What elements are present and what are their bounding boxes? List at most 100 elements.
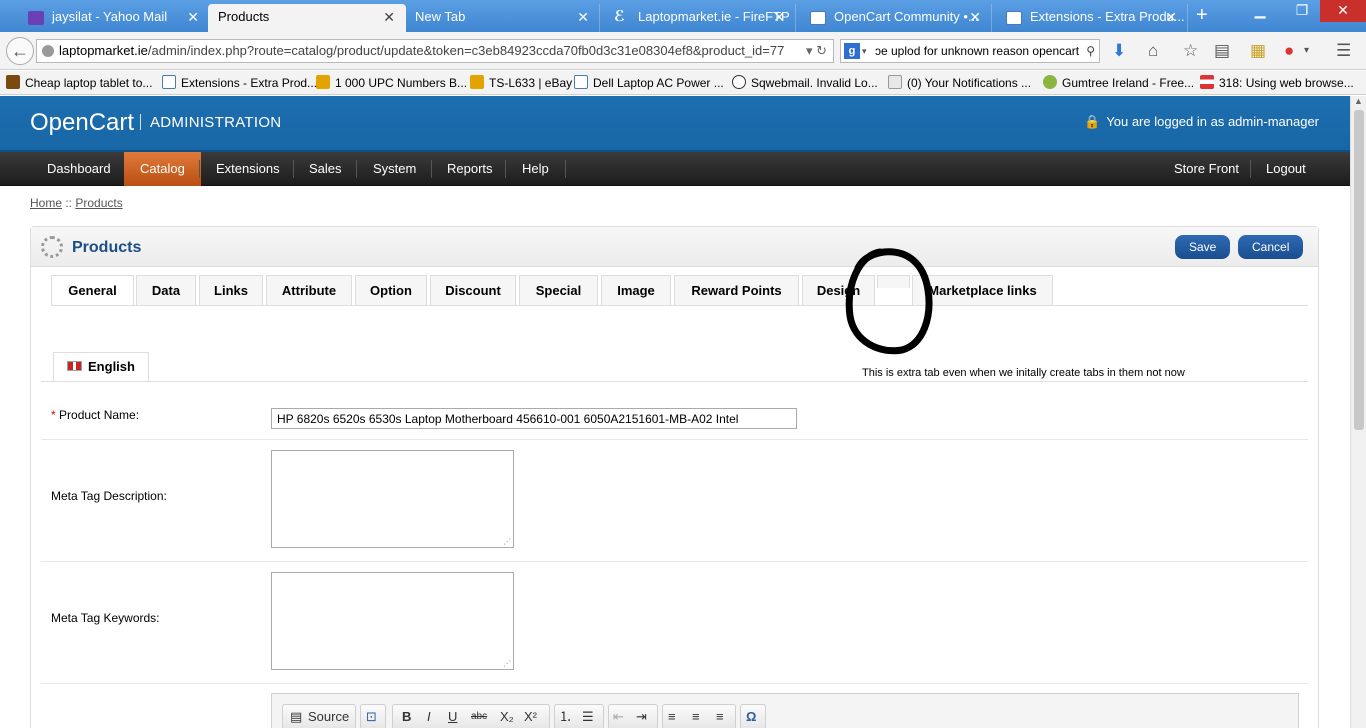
browser-tab-yahoo[interactable]: jaysilat - Yahoo Mail ✕ xyxy=(14,4,210,32)
outdent-icon[interactable]: ⇤ xyxy=(613,706,624,728)
adblock-icon[interactable]: ● xyxy=(1284,41,1294,61)
menu-store-front[interactable]: Store Front xyxy=(1158,152,1255,186)
tab-attribute[interactable]: Attribute xyxy=(266,275,352,305)
tab-option[interactable]: Option xyxy=(355,275,427,305)
reading-list-icon[interactable]: ▤ xyxy=(1214,41,1230,61)
superscript-icon[interactable]: X² xyxy=(524,706,537,728)
bookmark-item[interactable]: Extensions - Extra Prod... xyxy=(162,75,317,90)
bookmark-label: 318: Using web browse... xyxy=(1219,76,1354,90)
close-icon[interactable]: ✕ xyxy=(1165,9,1177,26)
menu-dashboard[interactable]: Dashboard xyxy=(31,152,127,186)
browser-tab-products[interactable]: Products ✕ xyxy=(208,4,406,32)
menu-system[interactable]: System xyxy=(357,152,432,186)
header-divider xyxy=(140,114,141,130)
resize-grip-icon[interactable]: ⋰ xyxy=(503,659,511,668)
bookmark-star-icon[interactable]: ☆ xyxy=(1183,41,1198,61)
vertical-scrollbar[interactable]: ▲ xyxy=(1350,96,1366,728)
language-tab-english[interactable]: English xyxy=(53,352,149,382)
bullet-list-icon[interactable]: ☰ xyxy=(582,706,594,728)
browser-tab-opencart-community[interactable]: OpenCart Community •... ✕ xyxy=(796,4,992,32)
back-arrow-icon[interactable]: ← xyxy=(6,37,34,65)
bookmark-item[interactable]: (0) Your Notifications ... xyxy=(888,75,1031,90)
new-tab-button[interactable]: + xyxy=(1196,4,1208,26)
addon-icon[interactable]: ▦ xyxy=(1250,41,1266,61)
product-name-input[interactable] xyxy=(271,408,797,429)
home-icon[interactable]: ⌂ xyxy=(1148,41,1158,61)
menu-logout[interactable]: Logout xyxy=(1250,152,1322,186)
bookmark-item[interactable]: 318: Using web browse... xyxy=(1200,75,1354,90)
bookmark-label: 1 000 UPC Numbers B... xyxy=(335,76,468,90)
subscript-icon[interactable]: X₂ xyxy=(500,706,514,728)
cancel-button[interactable]: Cancel xyxy=(1238,235,1304,259)
close-icon[interactable]: ✕ xyxy=(383,9,395,26)
window-close-icon[interactable]: ✕ xyxy=(1320,0,1366,22)
tab-divider xyxy=(51,305,1308,306)
menu-sales[interactable]: Sales xyxy=(293,152,358,186)
strikethrough-icon[interactable]: abc xyxy=(471,706,487,728)
browser-tab-new-tab[interactable]: New Tab ✕ xyxy=(404,4,600,32)
resize-grip-icon[interactable]: ⋰ xyxy=(503,537,511,546)
indent-icon[interactable]: ⇥ xyxy=(636,706,647,728)
download-icon[interactable]: ⬇ xyxy=(1112,41,1126,61)
menu-reports[interactable]: Reports xyxy=(431,152,509,186)
browser-tab-fireftp[interactable]: ℰ Laptopmarket.ie - FireFTP ✕ xyxy=(600,4,796,32)
bookmark-item[interactable]: Cheap laptop tablet to... xyxy=(6,75,152,90)
bookmark-item[interactable]: TS-L633 | eBay xyxy=(470,75,572,90)
close-icon[interactable]: ✕ xyxy=(969,9,981,26)
numbered-list-icon[interactable]: ⒈ xyxy=(559,706,572,728)
source-button[interactable]: Source xyxy=(308,706,349,728)
reload-icon[interactable]: ▾ ↻ xyxy=(806,40,827,62)
browser-tab-extensions[interactable]: Extensions - Extra Produ... ✕ xyxy=(992,4,1188,32)
browser-tab-label: OpenCart Community •... xyxy=(834,9,979,24)
editor-toolbar: ▤ Source ⊡ B I U abc X₂ X² ⒈ ☰ ⇤ ⇥ ≡ ≡ ≡… xyxy=(282,704,1262,728)
products-panel: Products Save Cancel General Data Links … xyxy=(30,226,1319,728)
meta-description-textarea[interactable]: ⋰ xyxy=(271,450,514,548)
tab-special[interactable]: Special xyxy=(519,275,598,305)
bookmark-icon xyxy=(1200,75,1214,89)
save-button[interactable]: Save xyxy=(1175,235,1231,259)
breadcrumb-home[interactable]: Home xyxy=(30,196,62,210)
search-icon[interactable]: ⚲ xyxy=(1086,40,1095,62)
opencart-header: OpenCart ADMINISTRATION 🔒 You are logged … xyxy=(0,96,1350,152)
template-icon[interactable]: ⊡ xyxy=(366,706,377,728)
align-left-icon[interactable]: ≡ xyxy=(668,706,676,728)
menu-icon[interactable]: ☰ xyxy=(1336,41,1351,61)
bookmark-item[interactable]: Sqwebmail. Invalid Lo... xyxy=(732,75,878,90)
tab-links[interactable]: Links xyxy=(199,275,263,305)
scrollbar-thumb[interactable] xyxy=(1354,110,1364,430)
align-right-icon[interactable]: ≡ xyxy=(716,706,724,728)
tab-reward-points[interactable]: Reward Points xyxy=(674,275,799,305)
chevron-down-icon[interactable]: ▾ xyxy=(1304,41,1309,61)
menu-extensions[interactable]: Extensions xyxy=(200,152,296,186)
italic-icon[interactable]: I xyxy=(427,706,431,728)
url-bar[interactable]: laptopmarket.ie/admin/index.php?route=ca… xyxy=(36,39,834,63)
meta-keywords-textarea[interactable]: ⋰ xyxy=(271,572,514,670)
breadcrumb-products[interactable]: Products xyxy=(75,196,122,210)
tab-general[interactable]: General xyxy=(51,275,134,306)
chevron-down-icon[interactable]: ▾ xyxy=(862,40,867,62)
row-divider xyxy=(41,439,1308,440)
minimize-icon[interactable]: ▁ xyxy=(1240,0,1280,22)
bookmark-item[interactable]: Dell Laptop AC Power ... xyxy=(574,75,724,90)
opencart-logo[interactable]: OpenCart xyxy=(30,109,134,137)
close-icon[interactable]: ✕ xyxy=(577,9,589,26)
special-char-icon[interactable]: Ω xyxy=(746,706,756,728)
bookmark-label: Dell Laptop AC Power ... xyxy=(593,76,724,90)
close-icon[interactable]: ✕ xyxy=(773,9,785,26)
tab-image[interactable]: Image xyxy=(601,275,671,305)
restore-icon[interactable]: ❐ xyxy=(1282,0,1322,22)
scroll-up-icon[interactable]: ▲ xyxy=(1354,96,1363,106)
underline-icon[interactable]: U xyxy=(448,706,457,728)
menu-catalog[interactable]: Catalog xyxy=(124,152,201,186)
bookmark-item[interactable]: 1 000 UPC Numbers B... xyxy=(316,75,467,90)
menu-help[interactable]: Help xyxy=(506,152,565,186)
close-icon[interactable]: ✕ xyxy=(187,9,199,26)
tab-discount[interactable]: Discount xyxy=(430,275,516,305)
google-icon: g xyxy=(844,43,860,59)
bookmark-item[interactable]: Gumtree Ireland - Free... xyxy=(1043,75,1194,90)
align-center-icon[interactable]: ≡ xyxy=(692,706,700,728)
search-input[interactable]: g ▾ ɔe uplod for unknown reason opencart… xyxy=(840,39,1100,63)
tab-data[interactable]: Data xyxy=(136,275,196,305)
bold-icon[interactable]: B xyxy=(402,706,411,728)
annotation-text: This is extra tab even when we initally … xyxy=(862,367,1185,379)
